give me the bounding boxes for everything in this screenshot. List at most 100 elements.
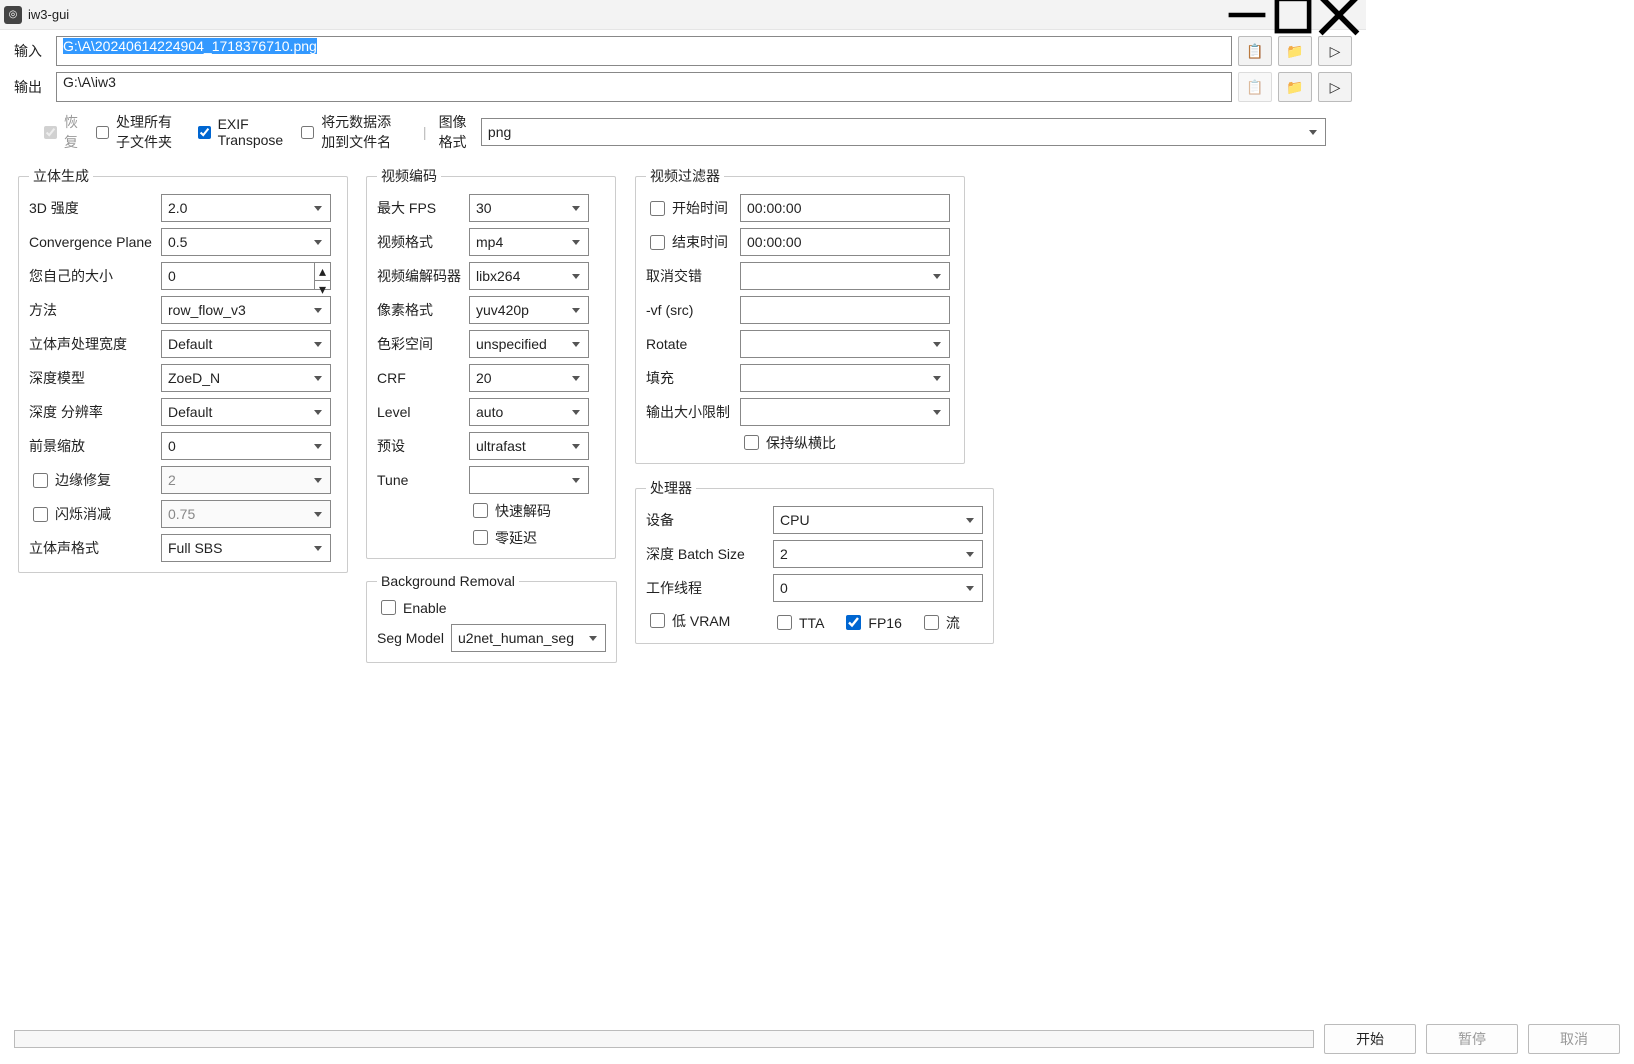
output-browse-button[interactable]: 📁 (1278, 72, 1312, 102)
input-clipboard-button[interactable]: 📋 (1238, 36, 1272, 66)
own-size-label: 您自己的大小 (29, 266, 159, 286)
seg-model-select[interactable]: u2net_human_seg (451, 624, 606, 652)
pixfmt-select[interactable]: yuv420p (469, 296, 589, 324)
lowvram-checkbox[interactable]: 低 VRAM (646, 610, 765, 631)
flicker-select: 0.75 (161, 500, 331, 528)
strength-label: 3D 强度 (29, 198, 159, 218)
workers-label: 工作线程 (646, 578, 771, 598)
stream-checkbox[interactable]: 流 (920, 612, 960, 633)
bgr-legend: Background Removal (377, 573, 519, 589)
input-play-button[interactable]: ▷ (1318, 36, 1352, 66)
cancel-button[interactable]: 取消 (1528, 1024, 1620, 1054)
bgr-enable-checkbox[interactable]: Enable (377, 597, 447, 618)
batch-select[interactable]: 2 (773, 540, 983, 568)
input-path-field[interactable]: G:\A\20240614224904_1718376710.png (56, 36, 1232, 66)
titlebar: ◎ iw3-gui (0, 0, 1366, 30)
pad-label: 填充 (646, 368, 738, 388)
colorspace-label: 色彩空间 (377, 334, 467, 354)
metadata-filename-checkbox[interactable]: 将元数据添加到文件名 (297, 112, 405, 152)
edge-fix-checkbox[interactable]: 边缘修复 (29, 470, 153, 491)
spin-up-icon[interactable]: ▴ (315, 263, 330, 281)
output-path-field[interactable]: G:\A\iw3 (56, 72, 1232, 102)
zerolatency-checkbox[interactable]: 零延迟 (469, 527, 583, 548)
stereo-format-label: 立体声格式 (29, 538, 159, 558)
deinterlace-label: 取消交错 (646, 266, 738, 286)
image-format-label: 图像格式 (439, 112, 475, 152)
fastdecode-checkbox[interactable]: 快速解码 (469, 500, 583, 521)
codec-select[interactable]: libx264 (469, 262, 589, 290)
proc-width-select[interactable]: Default (161, 330, 331, 358)
device-select[interactable]: CPU (773, 506, 983, 534)
output-clipboard-button[interactable]: 📋 (1238, 72, 1272, 102)
fg-scale-select[interactable]: 0 (161, 432, 331, 460)
tune-select[interactable] (469, 466, 589, 494)
output-limit-select[interactable] (740, 398, 950, 426)
maximize-button[interactable] (1270, 0, 1316, 30)
start-time-checkbox[interactable]: 开始时间 (646, 198, 732, 219)
output-play-button[interactable]: ▷ (1318, 72, 1352, 102)
app-icon: ◎ (4, 6, 22, 24)
crf-select[interactable]: 20 (469, 364, 589, 392)
pixfmt-label: 像素格式 (377, 300, 467, 320)
processor-legend: 处理器 (646, 478, 696, 498)
maxfps-label: 最大 FPS (377, 198, 467, 218)
play-icon: ▷ (1330, 43, 1341, 60)
rotate-label: Rotate (646, 336, 738, 352)
processor-group: 处理器 设备 CPU 深度 Batch Size 2 工作线程 0 低 VRAM… (635, 478, 994, 644)
end-time-checkbox[interactable]: 结束时间 (646, 232, 732, 253)
image-format-select[interactable]: png (481, 118, 1326, 146)
vf-label: -vf (src) (646, 302, 738, 318)
depth-res-select[interactable]: Default (161, 398, 331, 426)
start-time-input[interactable]: 00:00:00 (740, 194, 950, 222)
clipboard-icon: 📋 (1246, 43, 1263, 60)
rotate-select[interactable] (740, 330, 950, 358)
level-label: Level (377, 404, 467, 420)
strength-select[interactable]: 2.0 (161, 194, 331, 222)
stereo-group: 立体生成 3D 强度 2.0 Convergence Plane 0.5 您自己… (18, 166, 348, 573)
device-label: 设备 (646, 510, 771, 530)
keep-aspect-checkbox[interactable]: 保持纵横比 (740, 432, 944, 453)
video-encoding-group: 视频编码 最大 FPS 30 视频格式 mp4 视频编解码器 libx264 像… (366, 166, 616, 559)
method-select[interactable]: row_flow_v3 (161, 296, 331, 324)
flicker-checkbox[interactable]: 闪烁消减 (29, 504, 153, 525)
bgr-group: Background Removal Enable Seg Model u2ne… (366, 573, 617, 663)
pad-select[interactable] (740, 364, 950, 392)
tune-label: Tune (377, 472, 467, 488)
preset-select[interactable]: ultrafast (469, 432, 589, 460)
resume-checkbox: 恢复 (40, 112, 80, 152)
input-browse-button[interactable]: 📁 (1278, 36, 1312, 66)
tta-checkbox[interactable]: TTA (773, 612, 824, 633)
maxfps-select[interactable]: 30 (469, 194, 589, 222)
convergence-label: Convergence Plane (29, 234, 159, 250)
edge-fix-select: 2 (161, 466, 331, 494)
stereo-format-select[interactable]: Full SBS (161, 534, 331, 562)
colorspace-select[interactable]: unspecified (469, 330, 589, 358)
end-time-input[interactable]: 00:00:00 (740, 228, 950, 256)
codec-label: 视频编解码器 (377, 266, 467, 286)
minimize-button[interactable] (1224, 0, 1270, 30)
convergence-select[interactable]: 0.5 (161, 228, 331, 256)
proc-width-label: 立体声处理宽度 (29, 334, 159, 354)
video-encoding-legend: 视频编码 (377, 166, 441, 186)
vf-input[interactable] (740, 296, 950, 324)
own-size-input[interactable]: 0 ▴▾ (161, 262, 331, 290)
vformat-select[interactable]: mp4 (469, 228, 589, 256)
depth-model-label: 深度模型 (29, 368, 159, 388)
window-title: iw3-gui (28, 7, 1224, 22)
video-filter-group: 视频过滤器 开始时间 00:00:00 结束时间 00:00:00 取消交错 -… (635, 166, 965, 464)
play-icon: ▷ (1330, 79, 1341, 96)
depth-model-select[interactable]: ZoeD_N (161, 364, 331, 392)
level-select[interactable]: auto (469, 398, 589, 426)
fg-scale-label: 前景缩放 (29, 436, 159, 456)
exif-checkbox[interactable]: EXIF Transpose (194, 116, 286, 148)
recursive-checkbox[interactable]: 处理所有子文件夹 (92, 112, 182, 152)
pause-button[interactable]: 暂停 (1426, 1024, 1518, 1054)
clipboard-icon: 📋 (1246, 79, 1263, 96)
fp16-checkbox[interactable]: FP16 (842, 612, 901, 633)
seg-model-label: Seg Model (377, 630, 449, 646)
start-button[interactable]: 开始 (1324, 1024, 1416, 1054)
workers-select[interactable]: 0 (773, 574, 983, 602)
video-filter-legend: 视频过滤器 (646, 166, 724, 186)
deinterlace-select[interactable] (740, 262, 950, 290)
close-button[interactable] (1316, 0, 1362, 30)
